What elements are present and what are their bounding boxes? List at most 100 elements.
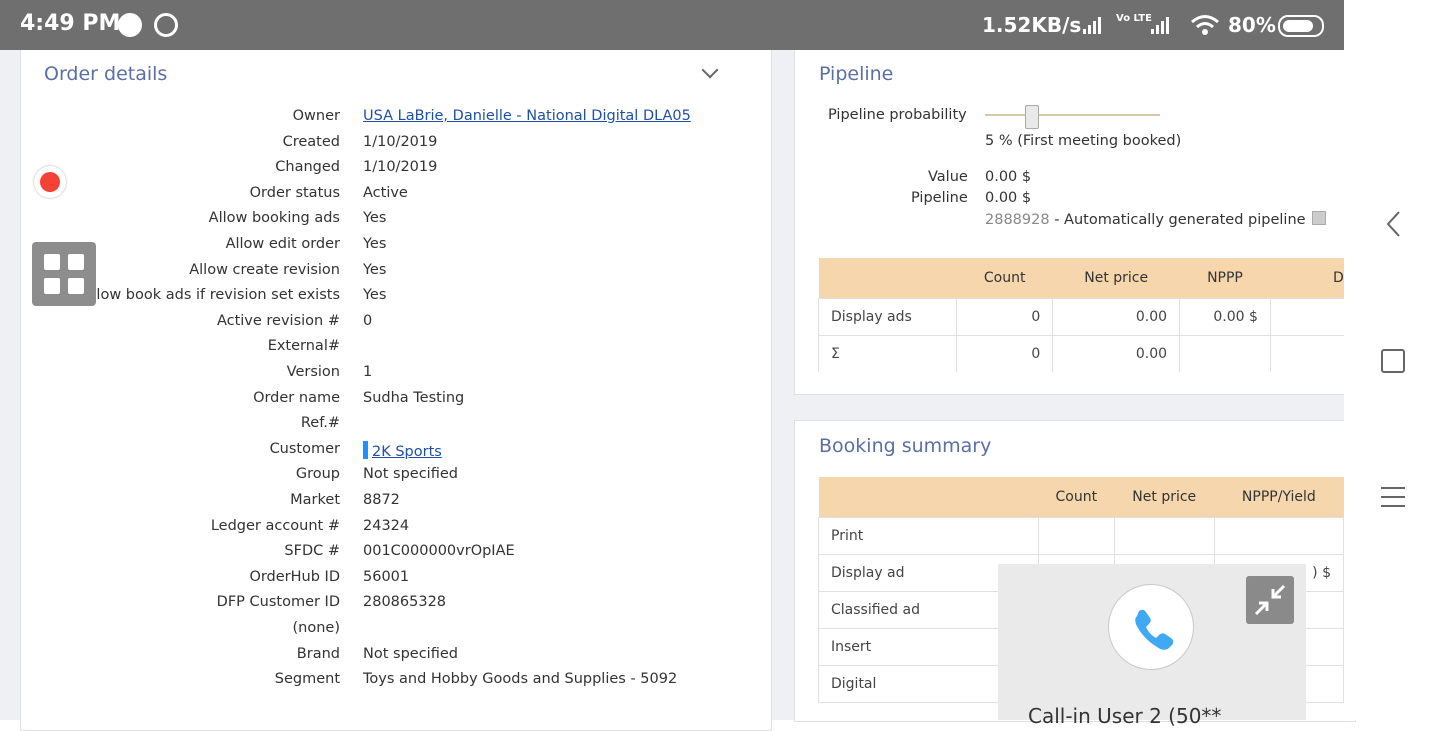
field-value-link[interactable]: USA LaBrie, Danielle - National Digital … [363,108,691,124]
table-cell: Display ads [818,298,958,336]
field-value: Yes [363,210,387,227]
order-field-row: Order status Active [20,185,760,205]
order-field-row: Market 8872 [20,492,760,512]
record-button[interactable] [34,166,66,198]
battery-icon [1278,15,1324,37]
column-header: Dis [1270,258,1344,299]
order-field-row: Order name Sudha Testing [20,390,760,410]
field-label: Brand [296,645,340,662]
column-header: Net price [1114,477,1215,518]
column-header: Net price [1052,258,1180,299]
field-label: Order status [249,184,340,201]
field-label: Allow booking ads [208,210,340,227]
field-value: 56001 [363,568,410,585]
apps-button[interactable] [32,242,96,306]
minimize-button[interactable] [1246,576,1294,624]
table-cell: Print [818,517,1039,555]
table-cell: 0.00 [1052,335,1181,372]
field-label: Allow book ads if revision set exists [82,287,340,304]
record-icon [40,172,60,192]
field-label: Created [282,133,340,150]
field-label: DFP Customer ID [216,594,340,611]
call-button[interactable] [1108,584,1194,670]
field-value: 0 [363,312,373,329]
table-row: Print [818,517,1344,555]
value-label: Value [928,169,968,185]
column-header: NPPP [1179,258,1271,299]
signal-icon-2 [1151,17,1169,34]
pipeline-probability-text: 5 % (First meeting booked) [985,133,1182,149]
caller-name: Call-in User 2 (50** [1028,704,1222,728]
field-value: 1/10/2019 [363,159,438,176]
order-field-row: DFP Customer ID 280865328 [20,594,760,614]
order-field-row: Ledger account # 24324 [20,518,760,538]
field-label: Version [286,364,340,380]
field-value: Toys and Hobby Goods and Supplies - 5092 [363,671,678,688]
home-icon[interactable] [1381,349,1405,373]
field-label: Owner [292,108,340,124]
column-header: Count [1038,477,1115,518]
order-field-row: Allow book ads if revision set exists Yes [20,287,760,307]
order-field-row: Created 1/10/2019 [20,134,760,154]
field-value: 280865328 [363,594,447,611]
order-field-row: Changed 1/10/2019 [20,159,760,179]
order-field-row: Brand Not specified [20,646,760,666]
field-label: Ledger account # [210,517,340,534]
table-cell: 0 [956,298,1054,336]
order-field-row: OrderHub ID 56001 [20,569,760,589]
table-cell [1213,517,1344,555]
booking-summary-title: Booking summary [819,435,992,457]
field-label: Segment [274,671,340,688]
call-widget: Call-in User 2 (50** [998,564,1306,728]
pipeline-probability-slider[interactable] [985,114,1160,116]
lte-label: Vo LTE [1116,13,1152,24]
back-icon[interactable] [1384,210,1404,238]
field-label: SFDC # [284,543,340,560]
order-field-row: (none) [20,620,760,640]
customer-marker [363,440,368,459]
pipeline-label: Pipeline [911,190,968,206]
field-value: 1/10/2019 [363,133,438,150]
field-label: Allow edit order [225,236,340,252]
order-field-row: Owner USA LaBrie, Danielle - National Dig… [20,108,760,128]
table-cell: 0.00 [1052,298,1181,336]
sync-icon [154,13,178,37]
field-label: Order name [253,389,340,406]
slider-handle[interactable] [1025,105,1039,129]
table-row: Display ads 0 0.00 0.00 $ [818,298,1344,336]
field-label: Changed [275,159,340,176]
pipeline-probability-label: Pipeline probability [828,107,967,123]
status-time: 4:49 PM [20,11,121,36]
field-value: 24324 [363,517,410,534]
field-label: External# [267,338,340,355]
field-label: Customer [269,440,340,457]
field-value: Yes [363,236,387,252]
order-field-row: Ref.# [20,415,760,435]
grid-icon [44,254,60,270]
menu-icon[interactable] [1381,486,1405,508]
field-label: Allow create revision [189,261,340,278]
customer-link[interactable]: 2K Sports [372,444,442,460]
wifi-icon [1191,15,1219,35]
field-value: Yes [363,287,387,304]
table-cell: 0.00 $ [1179,298,1271,336]
table-cell [1269,298,1344,336]
field-value: Active [363,184,408,201]
field-value: Not specified [363,645,458,662]
column-header [818,258,957,299]
field-value: Sudha Testing [363,389,465,406]
edit-icon[interactable] [1311,211,1326,225]
field-value-link[interactable]: 2K Sports [363,440,442,460]
field-value: 001C000000vrOpIAE [363,543,515,560]
notification-dot-icon [118,13,142,37]
pipeline-amount: 0.00 $ [985,190,1032,206]
order-field-row: Allow create revision Yes [20,262,760,282]
order-field-row: Active revision # 0 [20,313,760,333]
table-cell: 0 [956,335,1054,372]
pipeline-id-line: 2888928 - Automatically generated pipeli… [985,211,1326,228]
pipeline-table: CountNet priceNPPPDisDisplay ads00.000.0… [818,258,1344,372]
order-field-row: Allow booking ads Yes [20,210,760,230]
pipeline-id[interactable]: 2888928 [985,212,1050,228]
phone-icon [1135,609,1174,650]
field-value: Yes [363,261,387,278]
